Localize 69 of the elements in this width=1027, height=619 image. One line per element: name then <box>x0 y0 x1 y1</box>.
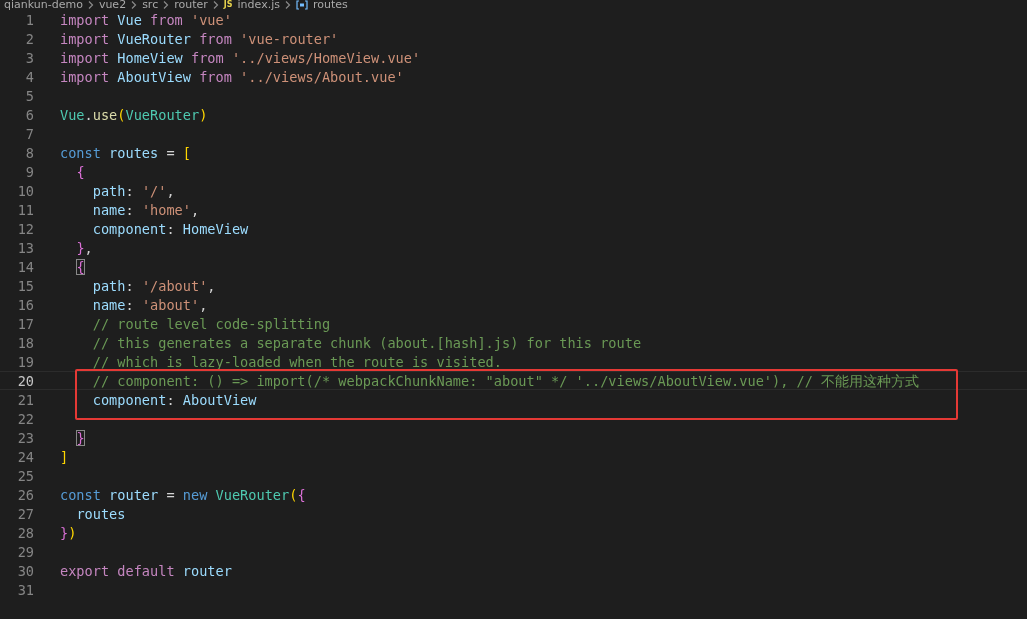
breadcrumb-item[interactable]: index.js <box>237 0 280 10</box>
code-line: } <box>75 429 85 446</box>
code-line: ] <box>60 448 69 465</box>
line-number: 21 <box>16 391 35 408</box>
code-line: import VueRouter from 'vue-router' <box>60 30 339 47</box>
chevron-icon <box>284 1 291 9</box>
code-line: // which is lazy-loaded when the route is visited. <box>91 353 502 370</box>
line-number: 13 <box>16 239 35 256</box>
code-line: component: HomeView <box>91 220 249 237</box>
breadcrumb-item[interactable]: router <box>174 0 208 10</box>
line-number: 22 <box>16 410 35 427</box>
line-number: 4 <box>24 68 35 85</box>
line-number: 17 <box>16 315 35 332</box>
line-number: 19 <box>16 353 35 370</box>
code-line: const router = new VueRouter({ <box>60 486 306 503</box>
code-line: { <box>75 258 85 275</box>
code-line: import Vue from 'vue' <box>60 11 232 28</box>
code-line: path: '/', <box>91 182 175 199</box>
line-number: 3 <box>24 49 35 66</box>
line-number: 5 <box>24 87 35 104</box>
line-number: 29 <box>16 543 35 560</box>
code-line: // this generates a separate chunk (about.[hash].js) for this route <box>91 334 642 351</box>
code-line: export default router <box>60 562 232 579</box>
code-line: name: 'home', <box>91 201 200 218</box>
chevron-icon <box>212 1 219 9</box>
code-line: }) <box>60 524 77 541</box>
code-line: // component: () => import(/* webpackChunkName: "about" */ '../views/AboutView.vue'), // 不能用这种方式 <box>91 372 920 389</box>
line-number: 2 <box>24 30 35 47</box>
code-line: }, <box>75 239 93 256</box>
code-line: // route level code-splitting <box>91 315 331 332</box>
line-number: 28 <box>16 524 35 541</box>
code-line: path: '/about', <box>91 277 216 294</box>
line-number: 20 <box>16 372 35 389</box>
line-number: 10 <box>16 182 35 199</box>
line-number: 23 <box>16 429 35 446</box>
code-line: component: AboutView <box>91 391 257 408</box>
breadcrumb-item[interactable]: vue2 <box>98 0 127 10</box>
line-number: 12 <box>16 220 35 237</box>
file-type-icon: JS <box>223 0 233 10</box>
code-line: const routes = [ <box>60 144 191 161</box>
line-number: 31 <box>16 581 35 598</box>
line-number: 16 <box>16 296 35 313</box>
line-number: 25 <box>16 467 35 484</box>
line-number: 7 <box>24 125 35 142</box>
variable-symbol-icon <box>295 0 308 10</box>
line-number: 24 <box>16 448 35 465</box>
line-number: 27 <box>16 505 35 522</box>
chevron-icon <box>131 1 138 9</box>
breadcrumb-item[interactable]: qiankun-demo <box>4 0 83 10</box>
line-number: 11 <box>16 201 35 218</box>
line-number: 18 <box>16 334 35 351</box>
code-line: import HomeView from '../views/HomeView.vue' <box>60 49 421 66</box>
line-number: 14 <box>16 258 35 275</box>
line-number: 15 <box>16 277 35 294</box>
code-line: Vue.use(VueRouter) <box>60 106 208 123</box>
line-number: 26 <box>16 486 35 503</box>
code-line: name: 'about', <box>91 296 208 313</box>
line-number: 6 <box>24 106 35 123</box>
chevron-icon <box>87 1 94 9</box>
chevron-icon <box>163 1 170 9</box>
line-number: 8 <box>24 144 35 161</box>
line-number: 30 <box>16 562 35 579</box>
breadcrumb-item[interactable]: routes <box>312 0 348 10</box>
code-line: { <box>75 163 85 180</box>
breadcrumb-item[interactable]: src <box>142 0 159 10</box>
line-number: 9 <box>24 163 35 180</box>
line-number: 1 <box>24 11 35 28</box>
code-line: import AboutView from '../views/About.vue' <box>60 68 404 85</box>
code-line: routes <box>75 505 126 522</box>
